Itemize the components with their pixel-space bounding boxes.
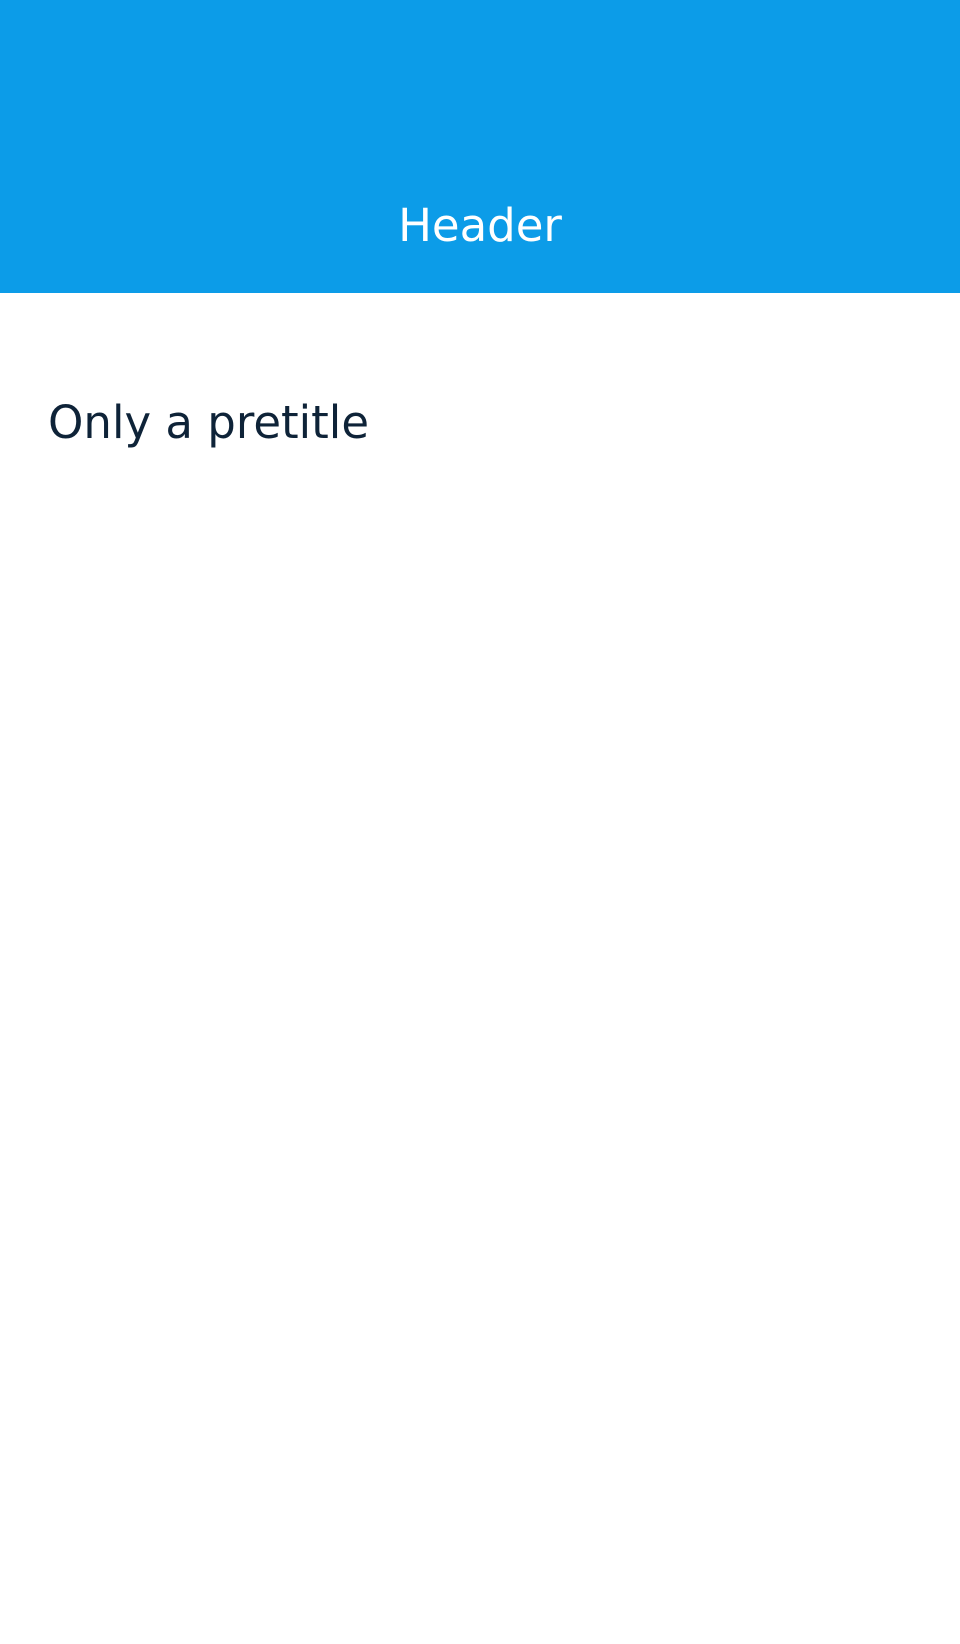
app-screen: Header Only a pretitle — [0, 0, 960, 1644]
pretitle-text: Only a pretitle — [48, 396, 369, 449]
header-bar: Header — [0, 0, 960, 293]
header-title: Header — [398, 199, 562, 252]
main-content: Only a pretitle — [0, 293, 960, 1644]
